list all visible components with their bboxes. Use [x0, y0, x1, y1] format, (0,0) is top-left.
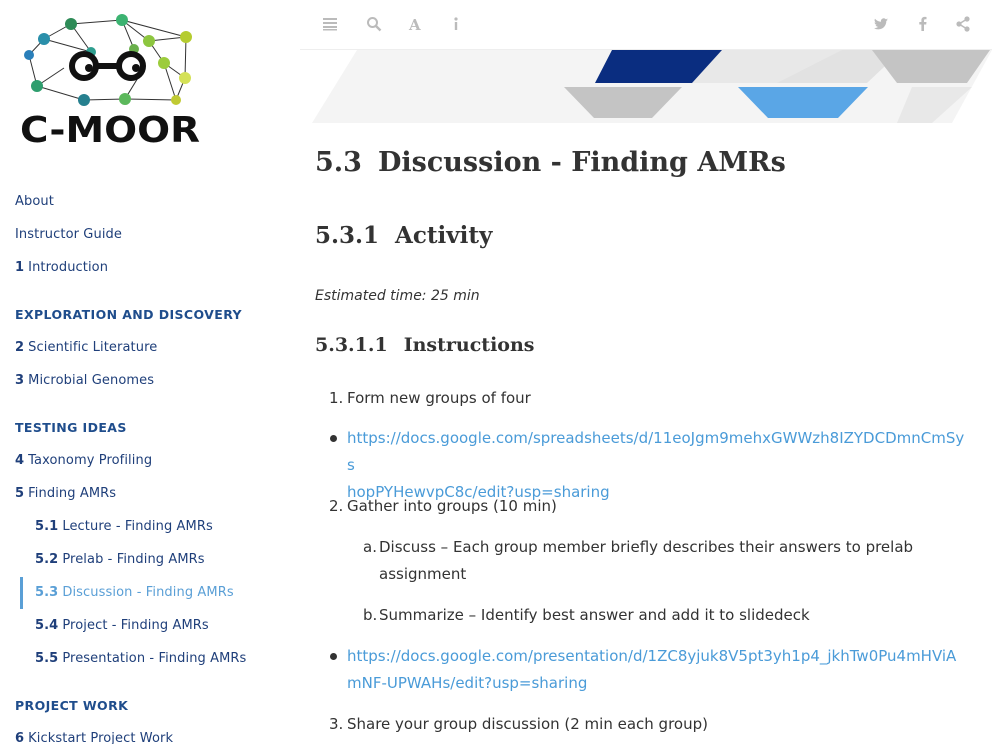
list-marker-1: 1.: [329, 389, 344, 407]
list-marker-3: 3.: [329, 715, 344, 733]
sidebar-item-discussion-active[interactable]: 5.3 Discussion - Finding AMRs: [35, 585, 234, 600]
sidebar-item-lecture[interactable]: 5.1 Lecture - Finding AMRs: [35, 519, 213, 534]
sidebar-item-kickstart[interactable]: 6 Kickstart Project Work: [15, 731, 173, 744]
sidebar-item-finding-amrs[interactable]: 5 Finding AMRs: [15, 486, 116, 501]
twitter-icon[interactable]: [873, 16, 889, 32]
page-title: 5.3 Discussion - Finding AMRs: [315, 147, 786, 178]
header-banner: [312, 50, 992, 123]
info-icon[interactable]: [448, 16, 464, 32]
list-item-3: Share your group discussion (2 min each …: [347, 715, 708, 733]
bullet-2: [330, 653, 337, 660]
sidebar-item-microbial-genomes[interactable]: 3 Microbial Genomes: [15, 373, 154, 388]
menu-icon[interactable]: [322, 16, 338, 32]
list-marker-2: 2.: [329, 497, 344, 515]
sidebar-section-exploration: EXPLORATION AND DISCOVERY: [15, 307, 242, 322]
sidebar-item-introduction[interactable]: 1 Introduction: [15, 260, 108, 275]
estimated-time: Estimated time: 25 min: [315, 288, 480, 304]
sidebar-item-taxonomy-profiling[interactable]: 4 Taxonomy Profiling: [15, 453, 152, 468]
facebook-icon[interactable]: [915, 16, 931, 32]
sidebar-item-scientific-literature[interactable]: 2 Scientific Literature: [15, 340, 157, 355]
list-item-1: Form new groups of four: [347, 389, 531, 407]
bullet-1: [330, 435, 337, 442]
sidebar-section-testing: TESTING IDEAS: [15, 420, 127, 435]
list-item-2: Gather into groups (10 min): [347, 497, 557, 515]
sidebar-item-prelab[interactable]: 5.2 Prelab - Finding AMRs: [35, 552, 205, 567]
sidebar-item-about[interactable]: About: [15, 194, 54, 209]
share-icon[interactable]: [955, 16, 971, 32]
sidebar-item-instructor-guide[interactable]: Instructor Guide: [15, 227, 122, 242]
font-icon[interactable]: A: [408, 16, 424, 32]
list-item-a: Discuss – Each group member briefly desc…: [379, 538, 914, 583]
active-indicator: [20, 577, 23, 609]
list-item-b: Summarize – Identify best answer and add…: [379, 606, 810, 624]
sidebar-item-presentation[interactable]: 5.5 Presentation - Finding AMRs: [35, 651, 246, 666]
link-presentation[interactable]: https://docs.google.com/presentation/d/1…: [347, 643, 972, 697]
sidebar: C-MOOR About Instructor Guide 1 Introduct…: [0, 0, 300, 744]
list-marker-b: b.: [363, 606, 378, 624]
section-heading-instructions: 5.3.1.1 Instructions: [315, 334, 535, 356]
search-icon[interactable]: [366, 16, 382, 32]
toolbar: A: [300, 0, 992, 50]
logo-text: C-MOOR: [20, 110, 200, 151]
c-moor-logo[interactable]: C-MOOR: [14, 8, 210, 153]
svg-text:A: A: [408, 16, 421, 32]
list-marker-a: a.: [363, 538, 377, 556]
sidebar-item-project[interactable]: 5.4 Project - Finding AMRs: [35, 618, 209, 633]
section-heading-activity: 5.3.1 Activity: [315, 222, 493, 249]
sidebar-section-project-work: PROJECT WORK: [15, 698, 129, 713]
